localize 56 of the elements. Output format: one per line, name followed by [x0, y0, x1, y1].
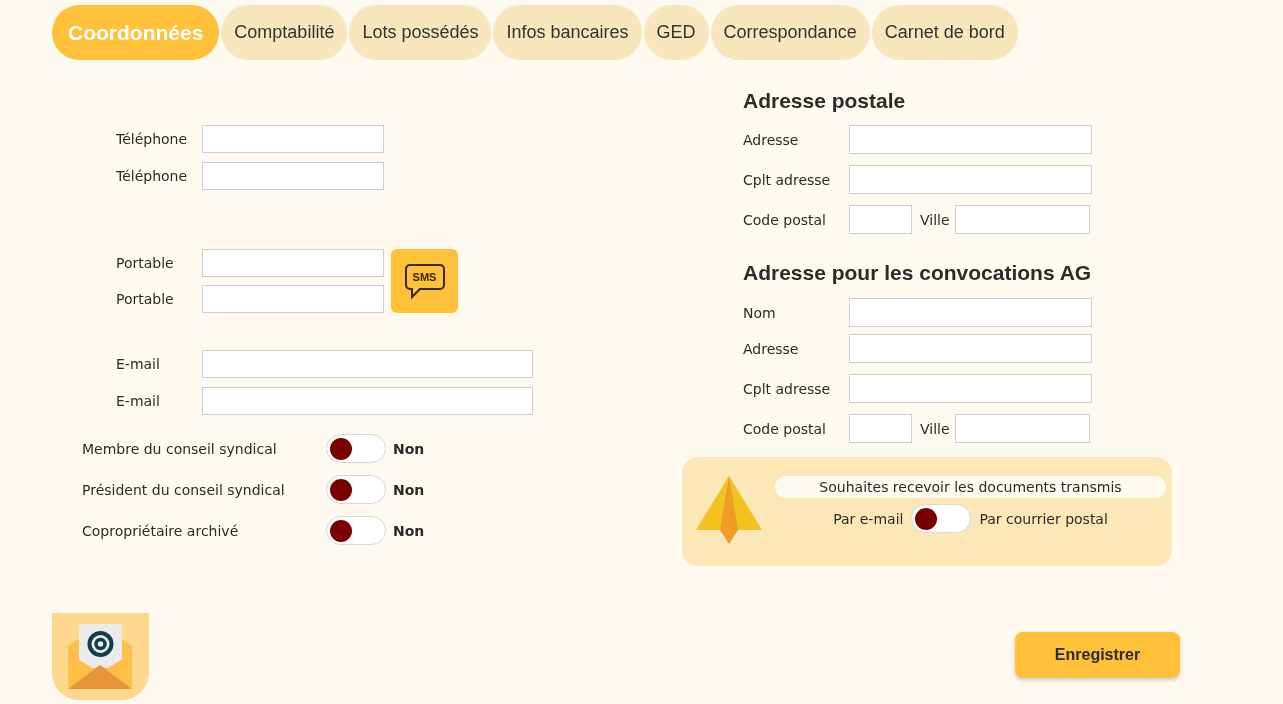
- tab[interactable]: GED: [643, 5, 709, 60]
- input-field[interactable]: [849, 374, 1092, 403]
- field-label: Adresse: [743, 340, 800, 357]
- input-field[interactable]: [202, 249, 384, 277]
- tab[interactable]: Infos bancaires: [493, 5, 642, 60]
- input-field[interactable]: [202, 350, 533, 378]
- input-field[interactable]: [202, 125, 384, 153]
- toggle-switch[interactable]: [326, 516, 386, 545]
- input-field[interactable]: [849, 205, 912, 234]
- toggle-switch[interactable]: [326, 434, 386, 463]
- field-label: Cplt adresse: [743, 171, 832, 188]
- prompt-label: Souhaites recevoir les documents transmis: [775, 476, 1166, 498]
- field-label: Code postal: [743, 420, 827, 437]
- input-field[interactable]: [954, 414, 1090, 443]
- field-label: Ville: [920, 420, 950, 437]
- email-envelope-icon: [52, 613, 149, 700]
- toggle-state: Non: [393, 440, 425, 457]
- toggle-label: Copropriétaire archivé: [82, 522, 240, 539]
- tab[interactable]: Comptabilité: [221, 5, 348, 60]
- field-label: Portable: [116, 291, 175, 307]
- input-field[interactable]: [849, 125, 1092, 154]
- input-field[interactable]: [202, 162, 384, 190]
- sms-button[interactable]: SMS: [391, 249, 458, 313]
- paper-plane-icon: [696, 476, 762, 544]
- input-field[interactable]: [849, 165, 1092, 194]
- input-field[interactable]: [849, 298, 1092, 327]
- input-field[interactable]: [849, 414, 912, 443]
- toggle-switch[interactable]: [326, 475, 386, 504]
- speech-bubble-icon: [403, 262, 446, 300]
- field-label: Téléphone: [116, 131, 189, 147]
- field-label: E-mail: [116, 393, 161, 409]
- toggle-state: Non: [393, 522, 425, 539]
- field-label: Adresse: [743, 131, 800, 148]
- field-label: Nom: [743, 304, 777, 321]
- field-label: Cplt adresse: [743, 380, 832, 397]
- field-label: E-mail: [116, 356, 161, 372]
- input-field[interactable]: [954, 205, 1090, 234]
- field-label: Téléphone: [116, 168, 189, 184]
- tab[interactable]: Carnet de bord: [871, 5, 1018, 60]
- toggle-label: Président du conseil syndical: [82, 481, 286, 498]
- tab[interactable]: Lots possédés: [349, 5, 492, 60]
- toggle-switch[interactable]: [911, 504, 972, 533]
- input-field[interactable]: [202, 285, 384, 313]
- toggle-label: Membre du conseil syndical: [82, 440, 278, 457]
- option-label: Par courrier postal: [979, 510, 1108, 527]
- field-label: Ville: [920, 211, 950, 228]
- field-label: Portable: [116, 255, 175, 271]
- section-heading: Adresse pour les convocations AG: [743, 260, 1093, 286]
- section-heading: Adresse postale: [743, 88, 907, 114]
- save-button[interactable]: Enregistrer: [1015, 632, 1180, 678]
- field-label: Code postal: [743, 211, 827, 228]
- option-label: Par e-mail: [833, 510, 904, 527]
- toggle-state: Non: [393, 481, 425, 498]
- input-field[interactable]: [849, 334, 1092, 363]
- input-field[interactable]: [202, 387, 533, 415]
- tab[interactable]: Correspondance: [710, 5, 870, 60]
